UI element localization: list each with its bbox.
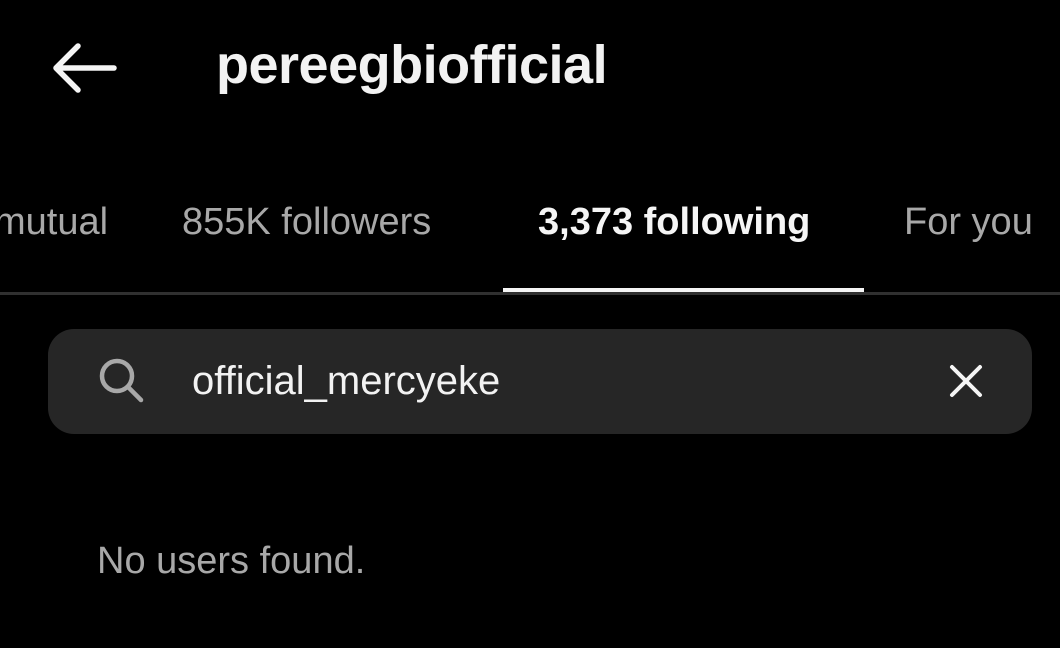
tab-for-you[interactable]: For you — [904, 197, 1033, 247]
empty-state-message: No users found. — [97, 540, 366, 582]
arrow-left-icon — [53, 43, 117, 93]
page-title: pereegbiofficial — [216, 35, 608, 95]
tab-followers[interactable]: 855K followers — [182, 197, 431, 247]
app-header: pereegbiofficial — [0, 0, 1060, 135]
tab-bar: mutual 855K followers 3,373 following Fo… — [0, 165, 1060, 295]
clear-search-button[interactable] — [940, 355, 992, 407]
tab-following[interactable]: 3,373 following — [538, 197, 810, 247]
back-button[interactable] — [40, 30, 126, 106]
tab-mutual[interactable]: mutual — [0, 197, 110, 247]
tabs-divider — [0, 292, 1060, 295]
search-icon — [99, 358, 144, 403]
search-input[interactable] — [192, 350, 912, 412]
close-icon — [950, 365, 982, 397]
